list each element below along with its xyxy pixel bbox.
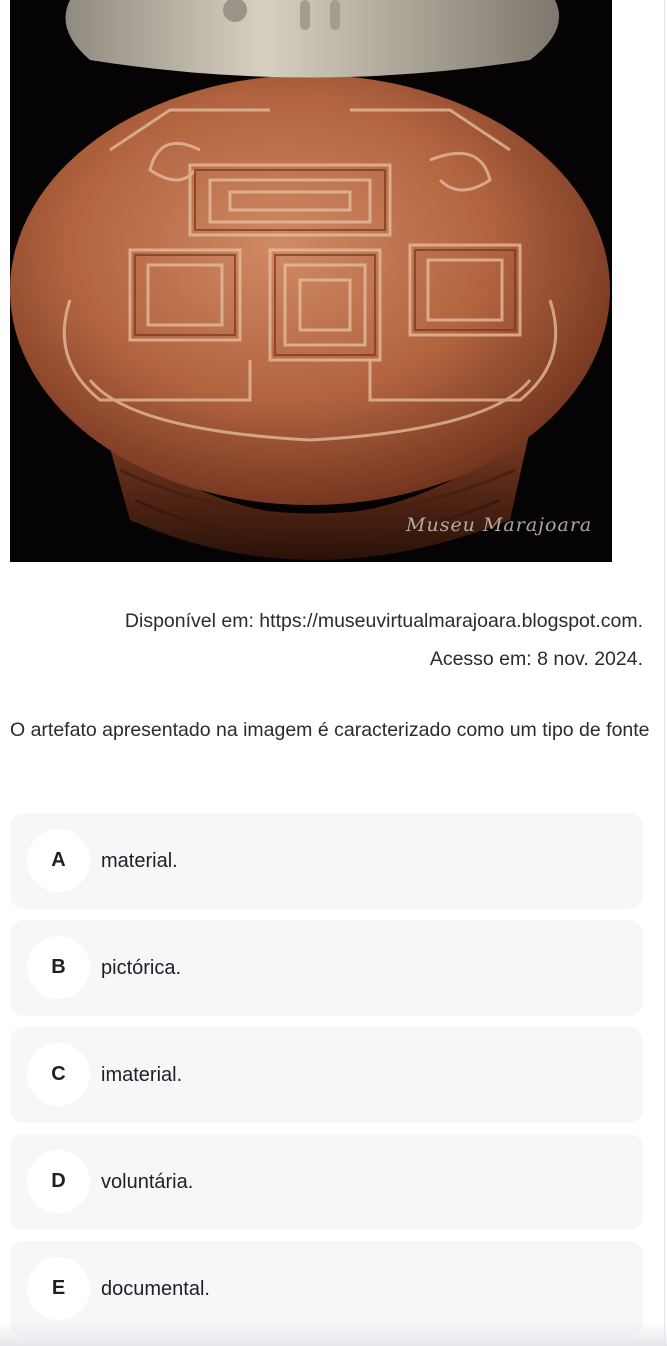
option-letter-badge: E [27,1257,90,1320]
option-c[interactable]: C imaterial. [10,1027,643,1123]
image-access-date: Acesso em: 8 nov. 2024. [429,648,643,670]
option-text: pictórica. [101,957,182,979]
marajoara-vase-illustration [10,0,612,562]
scroll-edge [664,0,665,1346]
option-b[interactable]: B pictórica. [10,920,643,1016]
bottom-fade [0,1322,667,1346]
option-letter-badge: A [27,829,90,892]
option-letter-badge: C [27,1043,90,1106]
option-a[interactable]: A material. [10,813,643,909]
option-d[interactable]: D voluntária. [10,1134,643,1230]
option-letter-badge: B [27,936,90,999]
question-stem: O artefato apresentado na imagem é carac… [10,719,650,741]
option-letter-badge: D [27,1150,90,1213]
option-text: voluntária. [101,1171,194,1193]
option-text: material. [101,850,178,872]
image-watermark: Museu Marajoara [406,514,593,536]
image-source-caption: Disponível em: https://museuvirtualmaraj… [124,610,643,632]
option-text: imaterial. [101,1064,183,1086]
page: Museu Marajoara Disponível em: https://m… [0,0,667,1346]
artifact-image: Museu Marajoara [10,0,612,562]
